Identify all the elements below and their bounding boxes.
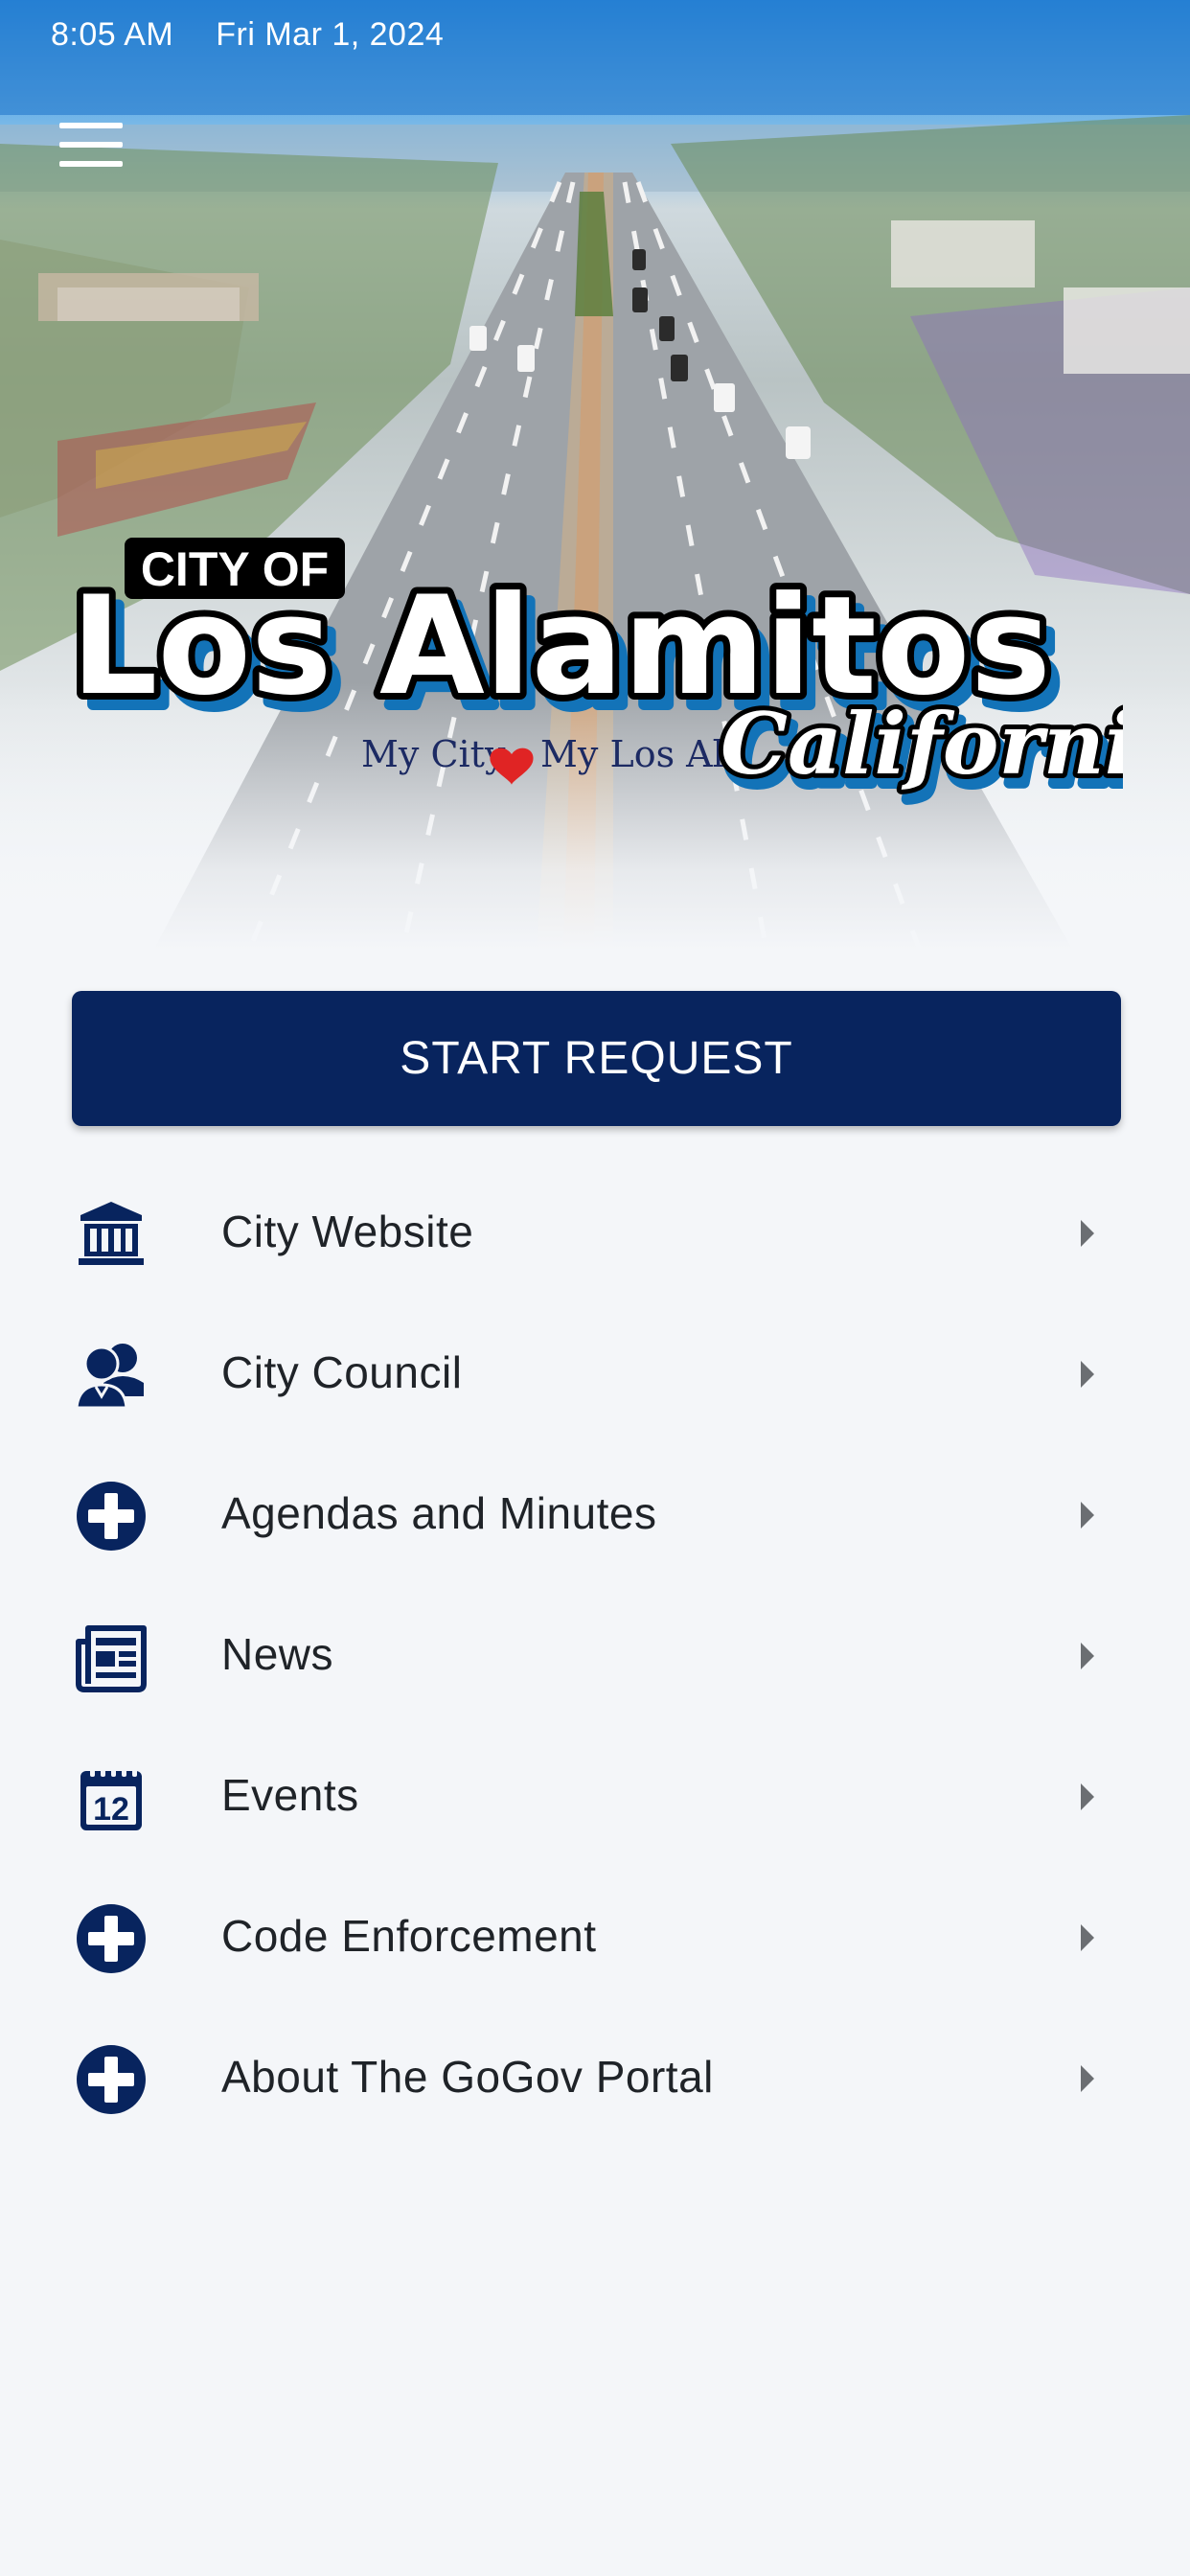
- status-time: 8:05 AM: [51, 15, 174, 53]
- chevron-right-icon: [1081, 1643, 1094, 1669]
- menu-item-events[interactable]: 12 Events: [0, 1727, 1190, 1868]
- menu-item-code-enforcement[interactable]: Code Enforcement: [0, 1868, 1190, 2009]
- menu-item-city-website[interactable]: City Website: [0, 1163, 1190, 1304]
- hero-banner: 8:05 AM Fri Mar 1, 2024 CITY OF Los Alam…: [0, 0, 1190, 951]
- chevron-right-icon: [1081, 1924, 1094, 1951]
- menu-bar-line: [59, 123, 123, 128]
- menu-item-label: Code Enforcement: [221, 1911, 597, 1961]
- chevron-right-icon: [1081, 2065, 1094, 2092]
- status-date: Fri Mar 1, 2024: [216, 15, 445, 53]
- plus-circle-icon: [77, 2045, 146, 2114]
- logo-california: California: [721, 694, 1123, 794]
- menu-item-city-council[interactable]: City Council: [0, 1304, 1190, 1445]
- menu-item-label: City Website: [221, 1207, 474, 1256]
- calendar-icon: 12: [80, 1765, 142, 1830]
- app-screen: 8:05 AM Fri Mar 1, 2024 CITY OF Los Alam…: [0, 0, 1190, 2576]
- menu-list: City Website City Council Agendas and Mi…: [0, 1163, 1190, 2150]
- menu-item-news[interactable]: News: [0, 1586, 1190, 1727]
- hamburger-menu-icon[interactable]: [59, 123, 123, 167]
- logo-tagline-left: My City: [361, 733, 506, 775]
- calendar-icon-number: 12: [93, 1791, 129, 1828]
- start-request-button[interactable]: START REQUEST: [72, 991, 1121, 1126]
- menu-item-label: News: [221, 1629, 334, 1679]
- menu-item-label: City Council: [221, 1347, 463, 1397]
- menu-bar-line: [59, 142, 123, 148]
- newspaper-icon: [76, 1625, 147, 1692]
- city-logo: CITY OF Los Alamitos Los Alamitos Los Al…: [69, 538, 1123, 809]
- menu-item-label: About The GoGov Portal: [221, 2052, 714, 2102]
- chevron-right-icon: [1081, 1783, 1094, 1810]
- status-bar: 8:05 AM Fri Mar 1, 2024: [51, 15, 444, 54]
- chevron-right-icon: [1081, 1220, 1094, 1247]
- chevron-right-icon: [1081, 1361, 1094, 1388]
- menu-item-about-gogov-portal[interactable]: About The GoGov Portal: [0, 2009, 1190, 2150]
- menu-bar-line: [59, 161, 123, 167]
- menu-item-agendas-and-minutes[interactable]: Agendas and Minutes: [0, 1445, 1190, 1586]
- menu-item-label: Events: [221, 1770, 359, 1820]
- logo-tagline-right: My Los Al: [540, 733, 724, 775]
- plus-circle-icon: [77, 1482, 146, 1551]
- heart-icon: [490, 748, 534, 785]
- city-hall-icon: [79, 1202, 144, 1265]
- menu-item-label: Agendas and Minutes: [221, 1488, 657, 1538]
- people-icon: [75, 1344, 144, 1410]
- chevron-right-icon: [1081, 1502, 1094, 1529]
- plus-circle-icon: [77, 1904, 146, 1973]
